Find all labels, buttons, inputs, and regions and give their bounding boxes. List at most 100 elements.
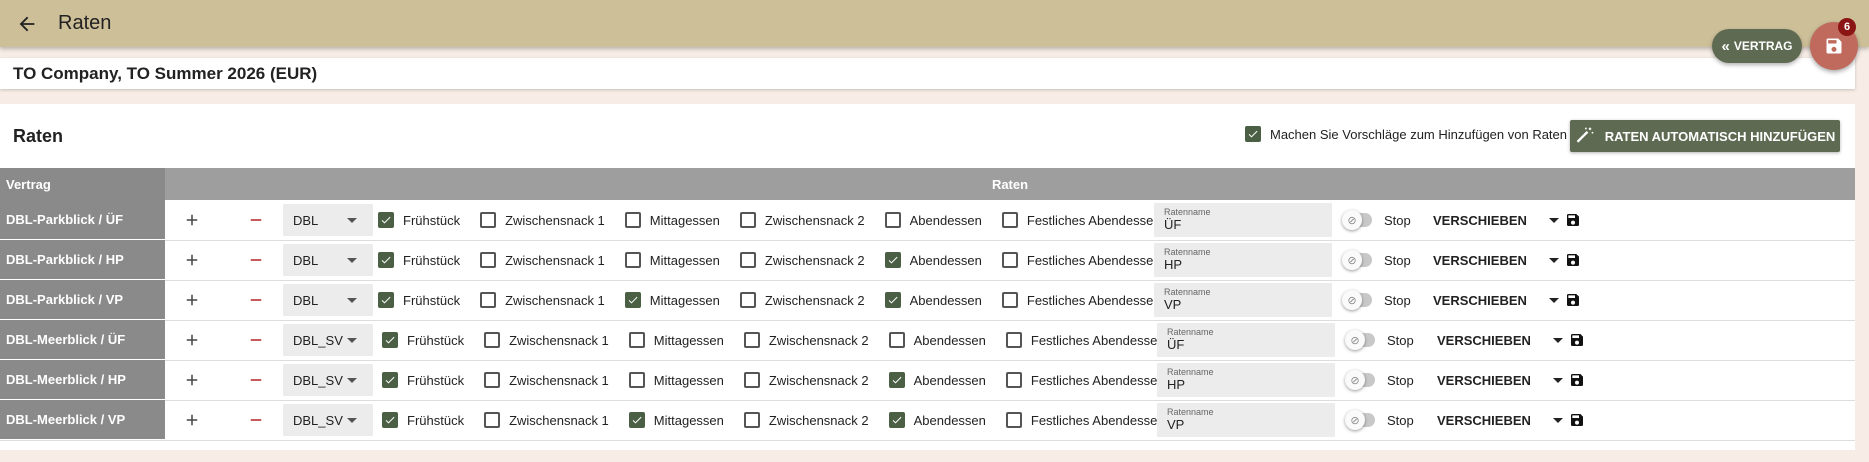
stop-toggle[interactable]: ⊘ — [1345, 330, 1375, 350]
room-type-select[interactable]: DBL — [283, 284, 373, 316]
save-all-fab[interactable]: 6 — [1810, 18, 1858, 70]
suggest-rates-checkbox[interactable] — [1245, 126, 1261, 142]
meal-option[interactable]: Mittagessen — [628, 372, 724, 388]
add-icon[interactable] — [183, 411, 201, 429]
add-icon[interactable] — [183, 211, 201, 229]
meal-checkbox[interactable] — [1001, 212, 1018, 228]
meal-checkbox[interactable] — [884, 292, 901, 308]
meal-option[interactable]: Abendessen — [884, 292, 982, 308]
meal-checkbox[interactable] — [739, 252, 756, 268]
meal-option[interactable]: Mittagessen — [624, 292, 720, 308]
meal-option[interactable]: Abendessen — [884, 212, 982, 228]
meal-checkbox[interactable] — [378, 292, 394, 308]
room-type-select[interactable]: DBL_SV — [283, 324, 373, 356]
meal-checkbox[interactable] — [378, 212, 394, 228]
save-row-icon[interactable] — [1565, 212, 1581, 228]
meal-checkbox[interactable] — [888, 372, 905, 388]
meal-checkbox[interactable] — [480, 252, 497, 268]
save-row-icon[interactable] — [1565, 292, 1581, 308]
save-row-icon[interactable] — [1569, 372, 1585, 388]
meal-option[interactable]: Zwischensnack 2 — [743, 332, 869, 348]
meal-checkbox[interactable] — [484, 412, 501, 428]
meal-checkbox[interactable] — [884, 212, 901, 228]
remove-icon[interactable] — [247, 211, 265, 229]
meal-checkbox[interactable] — [1005, 372, 1022, 388]
stop-toggle[interactable]: ⊘ — [1345, 370, 1375, 390]
remove-icon[interactable] — [247, 411, 265, 429]
meal-checkbox[interactable] — [884, 252, 901, 268]
move-dropdown[interactable]: VERSCHIEBEN — [1437, 360, 1563, 400]
meal-checkbox[interactable] — [484, 372, 501, 388]
meal-checkbox[interactable] — [743, 412, 760, 428]
meal-checkbox[interactable] — [1001, 252, 1018, 268]
meal-checkbox[interactable] — [628, 412, 645, 428]
meal-option[interactable]: Festliches Abendessen — [1001, 252, 1161, 268]
move-dropdown[interactable]: VERSCHIEBEN — [1433, 280, 1559, 320]
stop-toggle[interactable]: ⊘ — [1342, 290, 1372, 310]
meal-option[interactable]: Festliches Abendessen — [1001, 212, 1161, 228]
meal-option[interactable]: Abendessen — [888, 332, 986, 348]
meal-checkbox[interactable] — [739, 292, 756, 308]
meal-checkbox[interactable] — [480, 292, 497, 308]
meal-option[interactable]: Zwischensnack 1 — [480, 292, 605, 308]
meal-option[interactable]: Frühstück — [382, 372, 464, 388]
meal-option[interactable]: Abendessen — [884, 252, 982, 268]
auto-add-rates-button[interactable]: RATEN AUTOMATISCH HINZUFÜGEN — [1570, 120, 1840, 152]
suggest-rates-option[interactable]: Machen Sie Vorschläge zum Hinzufügen von… — [1245, 126, 1567, 142]
room-type-select[interactable]: DBL_SV — [283, 404, 373, 436]
meal-option[interactable]: Zwischensnack 2 — [739, 212, 865, 228]
ratename-field[interactable]: Ratenname HP — [1154, 243, 1332, 277]
add-icon[interactable] — [183, 251, 201, 269]
meal-checkbox[interactable] — [378, 252, 394, 268]
meal-checkbox[interactable] — [628, 332, 645, 348]
meal-checkbox[interactable] — [739, 212, 756, 228]
meal-checkbox[interactable] — [888, 412, 905, 428]
meal-checkbox[interactable] — [624, 252, 641, 268]
meal-option[interactable]: Zwischensnack 1 — [480, 252, 605, 268]
move-dropdown[interactable]: VERSCHIEBEN — [1437, 400, 1563, 440]
meal-option[interactable]: Zwischensnack 2 — [739, 252, 865, 268]
meal-option[interactable]: Frühstück — [382, 332, 464, 348]
add-icon[interactable] — [183, 371, 201, 389]
meal-option[interactable]: Mittagessen — [628, 412, 724, 428]
vertrag-button[interactable]: « VERTRAG — [1712, 29, 1802, 63]
save-row-icon[interactable] — [1569, 332, 1585, 348]
room-type-select[interactable]: DBL — [283, 204, 373, 236]
meal-checkbox[interactable] — [1005, 332, 1022, 348]
save-row-icon[interactable] — [1565, 252, 1581, 268]
meal-option[interactable]: Zwischensnack 2 — [739, 292, 865, 308]
remove-icon[interactable] — [247, 331, 265, 349]
move-dropdown[interactable]: VERSCHIEBEN — [1433, 240, 1559, 280]
meal-checkbox[interactable] — [382, 332, 398, 348]
room-type-select[interactable]: DBL_SV — [283, 364, 373, 396]
meal-checkbox[interactable] — [1005, 412, 1022, 428]
meal-option[interactable]: Frühstück — [378, 252, 460, 268]
back-arrow-icon[interactable] — [16, 13, 38, 35]
move-dropdown[interactable]: VERSCHIEBEN — [1437, 320, 1563, 360]
ratename-field[interactable]: Ratenname ÜF — [1154, 203, 1332, 237]
stop-toggle[interactable]: ⊘ — [1342, 250, 1372, 270]
stop-toggle[interactable]: ⊘ — [1345, 410, 1375, 430]
ratename-field[interactable]: Ratenname VP — [1154, 283, 1332, 317]
meal-option[interactable]: Frühstück — [378, 292, 460, 308]
room-type-select[interactable]: DBL — [283, 244, 373, 276]
stop-toggle[interactable]: ⊘ — [1342, 210, 1372, 230]
meal-checkbox[interactable] — [382, 372, 398, 388]
meal-checkbox[interactable] — [484, 332, 501, 348]
meal-option[interactable]: Abendessen — [888, 372, 986, 388]
meal-option[interactable]: Zwischensnack 1 — [484, 332, 609, 348]
meal-option[interactable]: Zwischensnack 1 — [484, 412, 609, 428]
meal-checkbox[interactable] — [624, 292, 641, 308]
ratename-field[interactable]: Ratenname HP — [1157, 363, 1335, 397]
meal-option[interactable]: Zwischensnack 2 — [743, 372, 869, 388]
meal-option[interactable]: Frühstück — [382, 412, 464, 428]
meal-option[interactable]: Festliches Abendessen — [1005, 372, 1165, 388]
remove-icon[interactable] — [247, 251, 265, 269]
meal-checkbox[interactable] — [480, 212, 497, 228]
remove-icon[interactable] — [247, 291, 265, 309]
meal-checkbox[interactable] — [624, 212, 641, 228]
meal-checkbox[interactable] — [382, 412, 398, 428]
meal-checkbox[interactable] — [1001, 292, 1018, 308]
meal-option[interactable]: Abendessen — [888, 412, 986, 428]
meal-option[interactable]: Mittagessen — [624, 212, 720, 228]
